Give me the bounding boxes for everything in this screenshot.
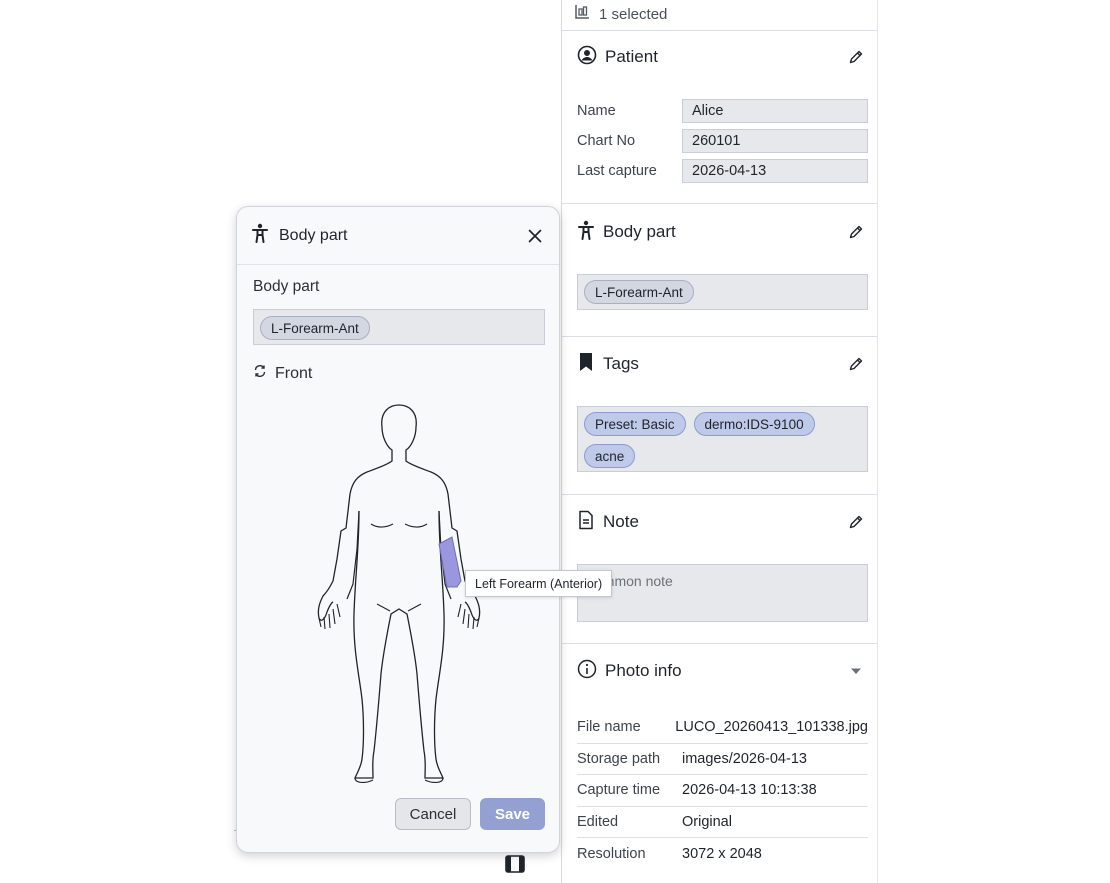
photo-info-row: Resolution 3072 x 2048: [577, 838, 868, 870]
dialog-title: Body part: [279, 226, 348, 244]
close-icon[interactable]: [525, 226, 545, 246]
edit-note-pencil-icon[interactable]: [847, 513, 865, 531]
chart-no-row: Chart No 260101: [577, 129, 868, 153]
photo-info-row: Edited Original: [577, 807, 868, 838]
body-part-chip[interactable]: L-Forearm-Ant: [260, 316, 370, 340]
file-name-label: File name: [577, 719, 641, 736]
last-capture-row: Last capture 2026-04-13: [577, 159, 868, 183]
body-part-field-label: Body part: [253, 278, 320, 295]
rotate-icon: [253, 364, 267, 383]
patient-name-value: Alice: [682, 99, 868, 123]
person-standing-icon: [251, 223, 269, 248]
capture-time-value: 2026-04-13 10:13:38: [682, 782, 817, 799]
edit-body-part-pencil-icon[interactable]: [847, 223, 865, 241]
user-circle-icon: [577, 45, 597, 70]
chart-no-value: 260101: [682, 129, 868, 153]
resolution-value: 3072 x 2048: [682, 845, 762, 862]
note-section-header: Note: [577, 509, 865, 535]
last-capture-value: 2026-04-13: [682, 159, 868, 183]
photo-info-row: Storage path images/2026-04-13: [577, 744, 868, 775]
torso-region: [353, 510, 445, 779]
chart-no-label: Chart No: [577, 133, 636, 149]
last-capture-label: Last capture: [577, 163, 657, 179]
selection-summary: 1 selected: [574, 3, 667, 25]
dialog-header: Body part: [237, 207, 559, 265]
document-icon: [577, 510, 595, 535]
storage-path-value: images/2026-04-13: [682, 750, 807, 767]
tags-section-title: Tags: [603, 354, 639, 373]
divider: [562, 336, 877, 337]
edit-tags-pencil-icon[interactable]: [847, 355, 865, 373]
save-button[interactable]: Save: [480, 798, 545, 830]
capture-time-label: Capture time: [577, 782, 661, 799]
selection-count: 1 selected: [599, 5, 668, 23]
tags-chip-box: Preset: Basic dermo:IDS-9100 acne: [577, 406, 868, 472]
patient-name-row: Name Alice: [577, 99, 868, 123]
photo-info-section-header[interactable]: Photo info: [577, 658, 865, 684]
body-part-section-title: Body part: [603, 222, 676, 241]
divider: [562, 494, 877, 495]
edited-label: Edited: [577, 813, 619, 830]
view-label: Front: [275, 364, 313, 382]
bookmark-icon: [577, 352, 595, 377]
person-standing-icon: [577, 220, 595, 245]
body-part-section-header: Body part: [577, 219, 865, 245]
front-back-toggle[interactable]: Front: [253, 364, 312, 383]
body-part-selection-box[interactable]: L-Forearm-Ant: [253, 309, 545, 345]
chevron-down-icon[interactable]: [847, 662, 865, 680]
note-textarea[interactable]: common note: [577, 564, 868, 622]
photo-info-table: File name LUCO_20260413_101338.jpg Stora…: [577, 712, 868, 870]
body-part-dialog: Body part Body part L-Forearm-Ant Front: [236, 206, 560, 853]
photo-info-row: Capture time 2026-04-13 10:13:38: [577, 775, 868, 807]
photo-info-row: File name LUCO_20260413_101338.jpg: [577, 712, 868, 744]
body-map-front[interactable]: [307, 399, 487, 789]
body-part-chip-box: L-Forearm-Ant: [577, 274, 868, 310]
divider: [562, 30, 877, 31]
body-part-chip: L-Forearm-Ant: [584, 280, 694, 304]
note-section-title: Note: [603, 512, 639, 531]
tag-chip[interactable]: Preset: Basic: [584, 412, 686, 436]
selection-stack-icon: [574, 4, 590, 24]
patient-section-title: Patient: [605, 47, 658, 66]
photo-info-section-title: Photo info: [605, 661, 682, 680]
file-name-value: LUCO_20260413_101338.jpg: [675, 719, 868, 736]
body-part-tooltip: Left Forearm (Anterior): [465, 570, 613, 597]
tags-section-header: Tags: [577, 351, 865, 377]
info-circle-icon: [577, 659, 597, 684]
details-panel: 1 selected Patient Name Alice Chart No 2…: [561, 0, 878, 883]
patient-name-label: Name: [577, 103, 616, 119]
panel-toggle-icon[interactable]: [505, 855, 525, 873]
edited-value: Original: [682, 813, 732, 830]
divider: [562, 203, 877, 204]
tag-chip[interactable]: acne: [584, 444, 636, 468]
edit-patient-pencil-icon[interactable]: [847, 48, 865, 66]
divider: [562, 643, 877, 644]
resolution-label: Resolution: [577, 845, 646, 862]
tag-chip[interactable]: dermo:IDS-9100: [693, 412, 815, 436]
patient-section-header: Patient: [577, 44, 865, 70]
storage-path-label: Storage path: [577, 750, 661, 767]
cancel-button[interactable]: Cancel: [395, 798, 471, 830]
